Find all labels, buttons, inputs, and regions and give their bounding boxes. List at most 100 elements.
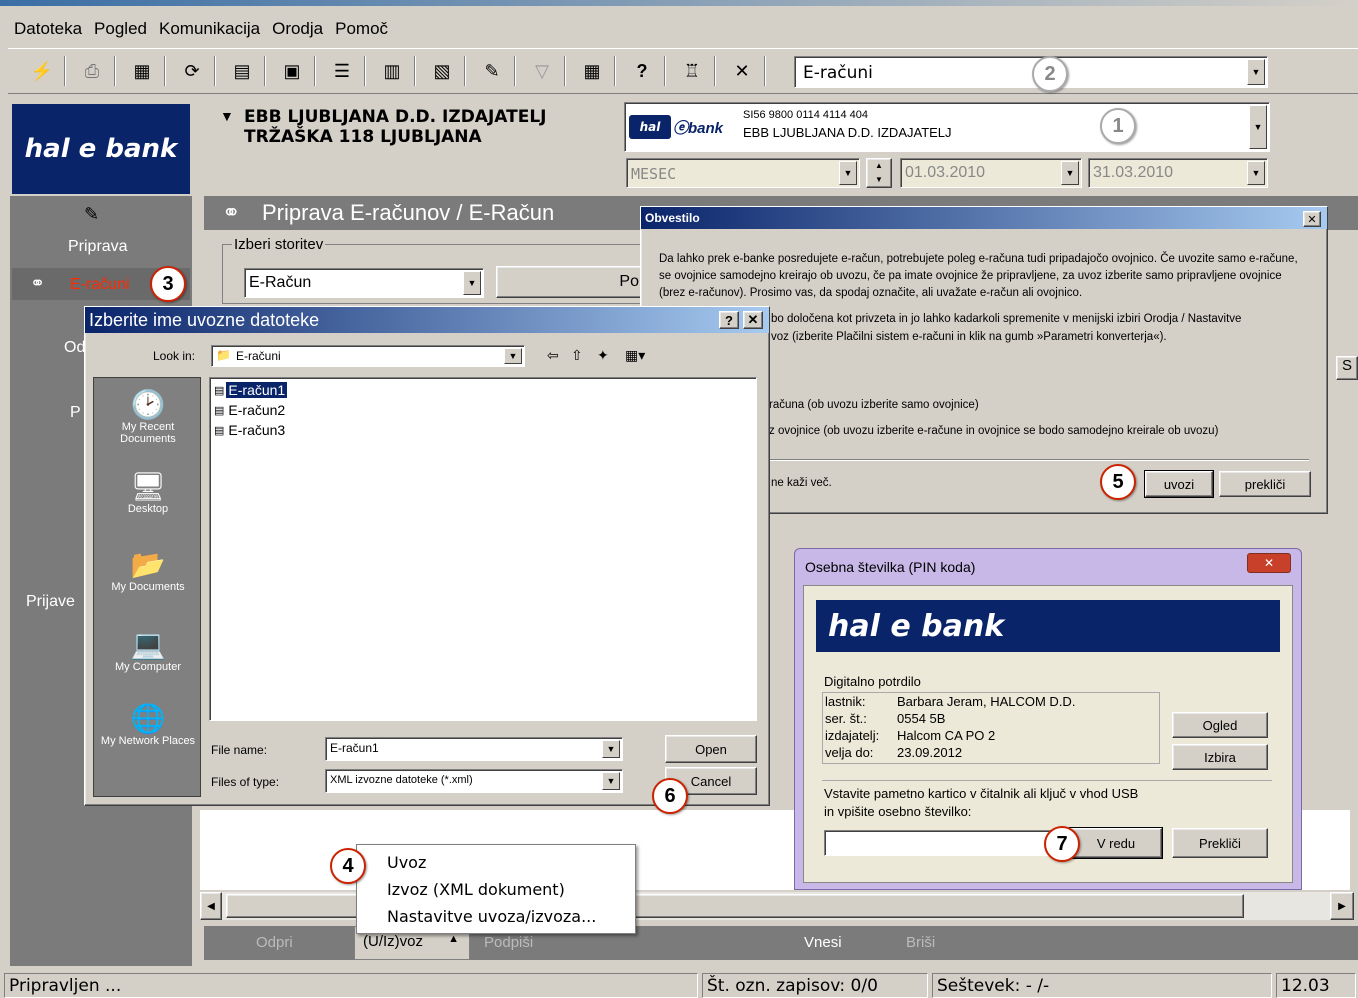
chevron-down-icon[interactable]: ▼ [602,772,620,790]
chevron-down-icon[interactable]: ▼ [1247,59,1265,85]
menu-pogled[interactable]: Pogled [88,19,153,39]
notice-text-2b: voz (izberite Plačilni sistem e-računi i… [771,331,1167,343]
file-item[interactable]: ▤ E-račun1 [214,382,288,398]
import-button[interactable]: uvozi [1144,470,1214,498]
chevron-down-icon[interactable]: ▼ [463,271,481,295]
up-folder-icon[interactable]: ⇧ [571,347,583,364]
sidebar-item-e-racuni[interactable]: E-računi [70,276,130,294]
file-item[interactable]: ▤ E-račun2 [214,402,287,418]
back-icon[interactable]: ⇦ [547,347,559,364]
notice-text-2a: bo določena kot privzeta in jo lahko kad… [771,313,1242,325]
menu-orodja[interactable]: Orodja [266,19,329,39]
menu-komunikacija[interactable]: Komunikacija [153,19,266,39]
form-icon[interactable]: ▧ [426,54,458,88]
po-button[interactable]: Po [496,266,646,298]
bank-wordmark: ⓔbank [673,120,724,137]
option-invoices[interactable]: z ovojnice (ob uvozu izberite e-račune i… [769,425,1218,437]
chevron-down-icon[interactable]: ▼ [1247,161,1265,185]
print-icon[interactable]: ⎙ [76,54,108,88]
file-type-combo[interactable]: XML izvozne datoteke (*.xml) ▼ [325,769,623,793]
chevron-down-icon[interactable]: ▼ [839,161,857,185]
menu-item-uvoz[interactable]: Uvoz [387,853,426,872]
file-list[interactable]: ▤ E-račun1 ▤ E-račun2 ▤ E-račun3 [209,377,757,721]
service-group-label: Izberi storitev [232,236,326,253]
menu-pomoc[interactable]: Pomoč [329,19,394,39]
izbira-button[interactable]: Izbira [1172,744,1268,770]
place-network[interactable]: 🌐 My Network Places [94,702,202,747]
place-computer[interactable]: 💻 My Computer [94,628,202,673]
file-item[interactable]: ▤ E-račun3 [214,422,287,438]
column-header-s[interactable]: S [1336,356,1358,380]
open-button[interactable]: Open [665,735,757,763]
help-icon[interactable]: ? [626,54,658,88]
callout-7: 7 [1044,826,1080,862]
pin-input[interactable] [824,830,1066,856]
scroll-left-icon[interactable]: ◀ [200,892,222,920]
book-icon[interactable]: ▦ [126,54,158,88]
toolbar-separator [464,56,466,86]
account-expand-icon[interactable]: ▼ [220,108,234,124]
look-in-combo[interactable]: 📁 E-računi ▼ [211,345,525,367]
period-value: MESEC [631,165,677,183]
menu-item-izvoz[interactable]: Izvoz (XML dokument) [387,880,565,899]
close-icon[interactable]: ✕ [1247,553,1291,573]
notice-titlebar: Obvestilo [641,207,1327,229]
sidebar-item-priprava[interactable]: Priprava [68,238,128,256]
logo-panel: hal e bank [12,104,190,194]
filter-icon[interactable]: ▽ [526,54,558,88]
period-combo[interactable]: MESEC ▼ [626,158,860,188]
chevron-down-icon[interactable]: ▼ [1061,161,1079,185]
place-desktop[interactable]: 🖥 Desktop [94,470,202,515]
grid-icon[interactable]: ▤ [226,54,258,88]
menu-datoteka[interactable]: Datoteka [8,19,88,39]
period-spinner[interactable]: ▲ ▼ [866,158,892,188]
service-combo[interactable]: E-Račun ▼ [244,268,484,298]
odpri-button[interactable]: Odpri [256,934,293,951]
scroll-right-icon[interactable]: ▶ [1330,892,1354,920]
dont-show-again[interactable]: ne kaži več. [771,477,832,489]
place-documents[interactable]: 📂 My Documents [94,548,202,593]
document-icon[interactable]: ▣ [276,54,308,88]
view-menu-icon[interactable]: ▦▾ [625,347,645,364]
desktop-icon: 🖥 [130,471,166,502]
brisi-button[interactable]: Briši [906,934,935,951]
pin-ok-button[interactable]: V redu [1069,827,1163,859]
chevron-down-icon[interactable]: ▼ [1249,105,1267,149]
sidebar-item-prijave[interactable]: Prijave [26,593,75,611]
keyboard-icon[interactable]: ♖ [676,54,708,88]
connect-icon[interactable]: ⚡ [26,54,58,88]
menu-bar: Datoteka Pogled Komunikacija Orodja Pomo… [8,16,394,42]
documents-folder-icon: 📂 [130,549,166,580]
podpisi-button[interactable]: Podpiši [484,934,533,951]
account-selector[interactable]: hal ⓔbank SI56 9800 0114 4114 404 EBB LJ… [624,102,1270,152]
chevron-down-icon[interactable]: ▼ [504,348,522,364]
edit-icon[interactable]: ✎ [476,54,508,88]
notice-cancel-button[interactable]: prekliči [1219,471,1311,497]
calculator-icon[interactable]: ▦ [576,54,608,88]
close-icon[interactable]: ✕ [743,311,763,329]
card-icon[interactable]: ▥ [376,54,408,88]
new-folder-icon[interactable]: ✦ [597,347,609,364]
option-envelopes[interactable]: računa (ob uvozu izberite samo ovojnice) [769,399,979,411]
menu-item-nastavitve[interactable]: Nastavitve uvoza/izvoza... [387,907,596,926]
chevron-down-icon[interactable]: ▼ [602,740,620,758]
pin-dialog-title: Osebna številka (PIN koda) [805,559,976,575]
callout-1: 1 [1100,108,1136,144]
certificate-group-label: Digitalno potrdilo [824,674,921,689]
refresh-icon[interactable]: ⟳ [176,54,208,88]
place-recent[interactable]: 🕑 My Recent Documents [94,388,202,445]
close-icon[interactable]: ✕ [1303,211,1321,227]
payment-system-combo[interactable]: E-računi ▼ [794,56,1268,88]
help-icon[interactable]: ? [719,311,739,329]
date-from-field[interactable]: 01.03.2010 ▼ [900,158,1082,188]
date-to-field[interactable]: 31.03.2010 ▼ [1088,158,1268,188]
sidebar-item-p[interactable]: P [70,404,81,422]
vnesi-button[interactable]: Vnesi [804,934,842,951]
file-name-input[interactable]: E-račun1 ▼ [325,737,623,761]
close-tools-icon[interactable]: ✕ [726,54,758,88]
ogled-button[interactable]: Ogled [1172,712,1268,738]
sidebar-item-od[interactable]: Od [64,339,85,357]
place-desktop-label: Desktop [127,503,169,515]
list-icon[interactable]: ☰ [326,54,358,88]
pin-cancel-button[interactable]: Prekliči [1172,828,1268,858]
